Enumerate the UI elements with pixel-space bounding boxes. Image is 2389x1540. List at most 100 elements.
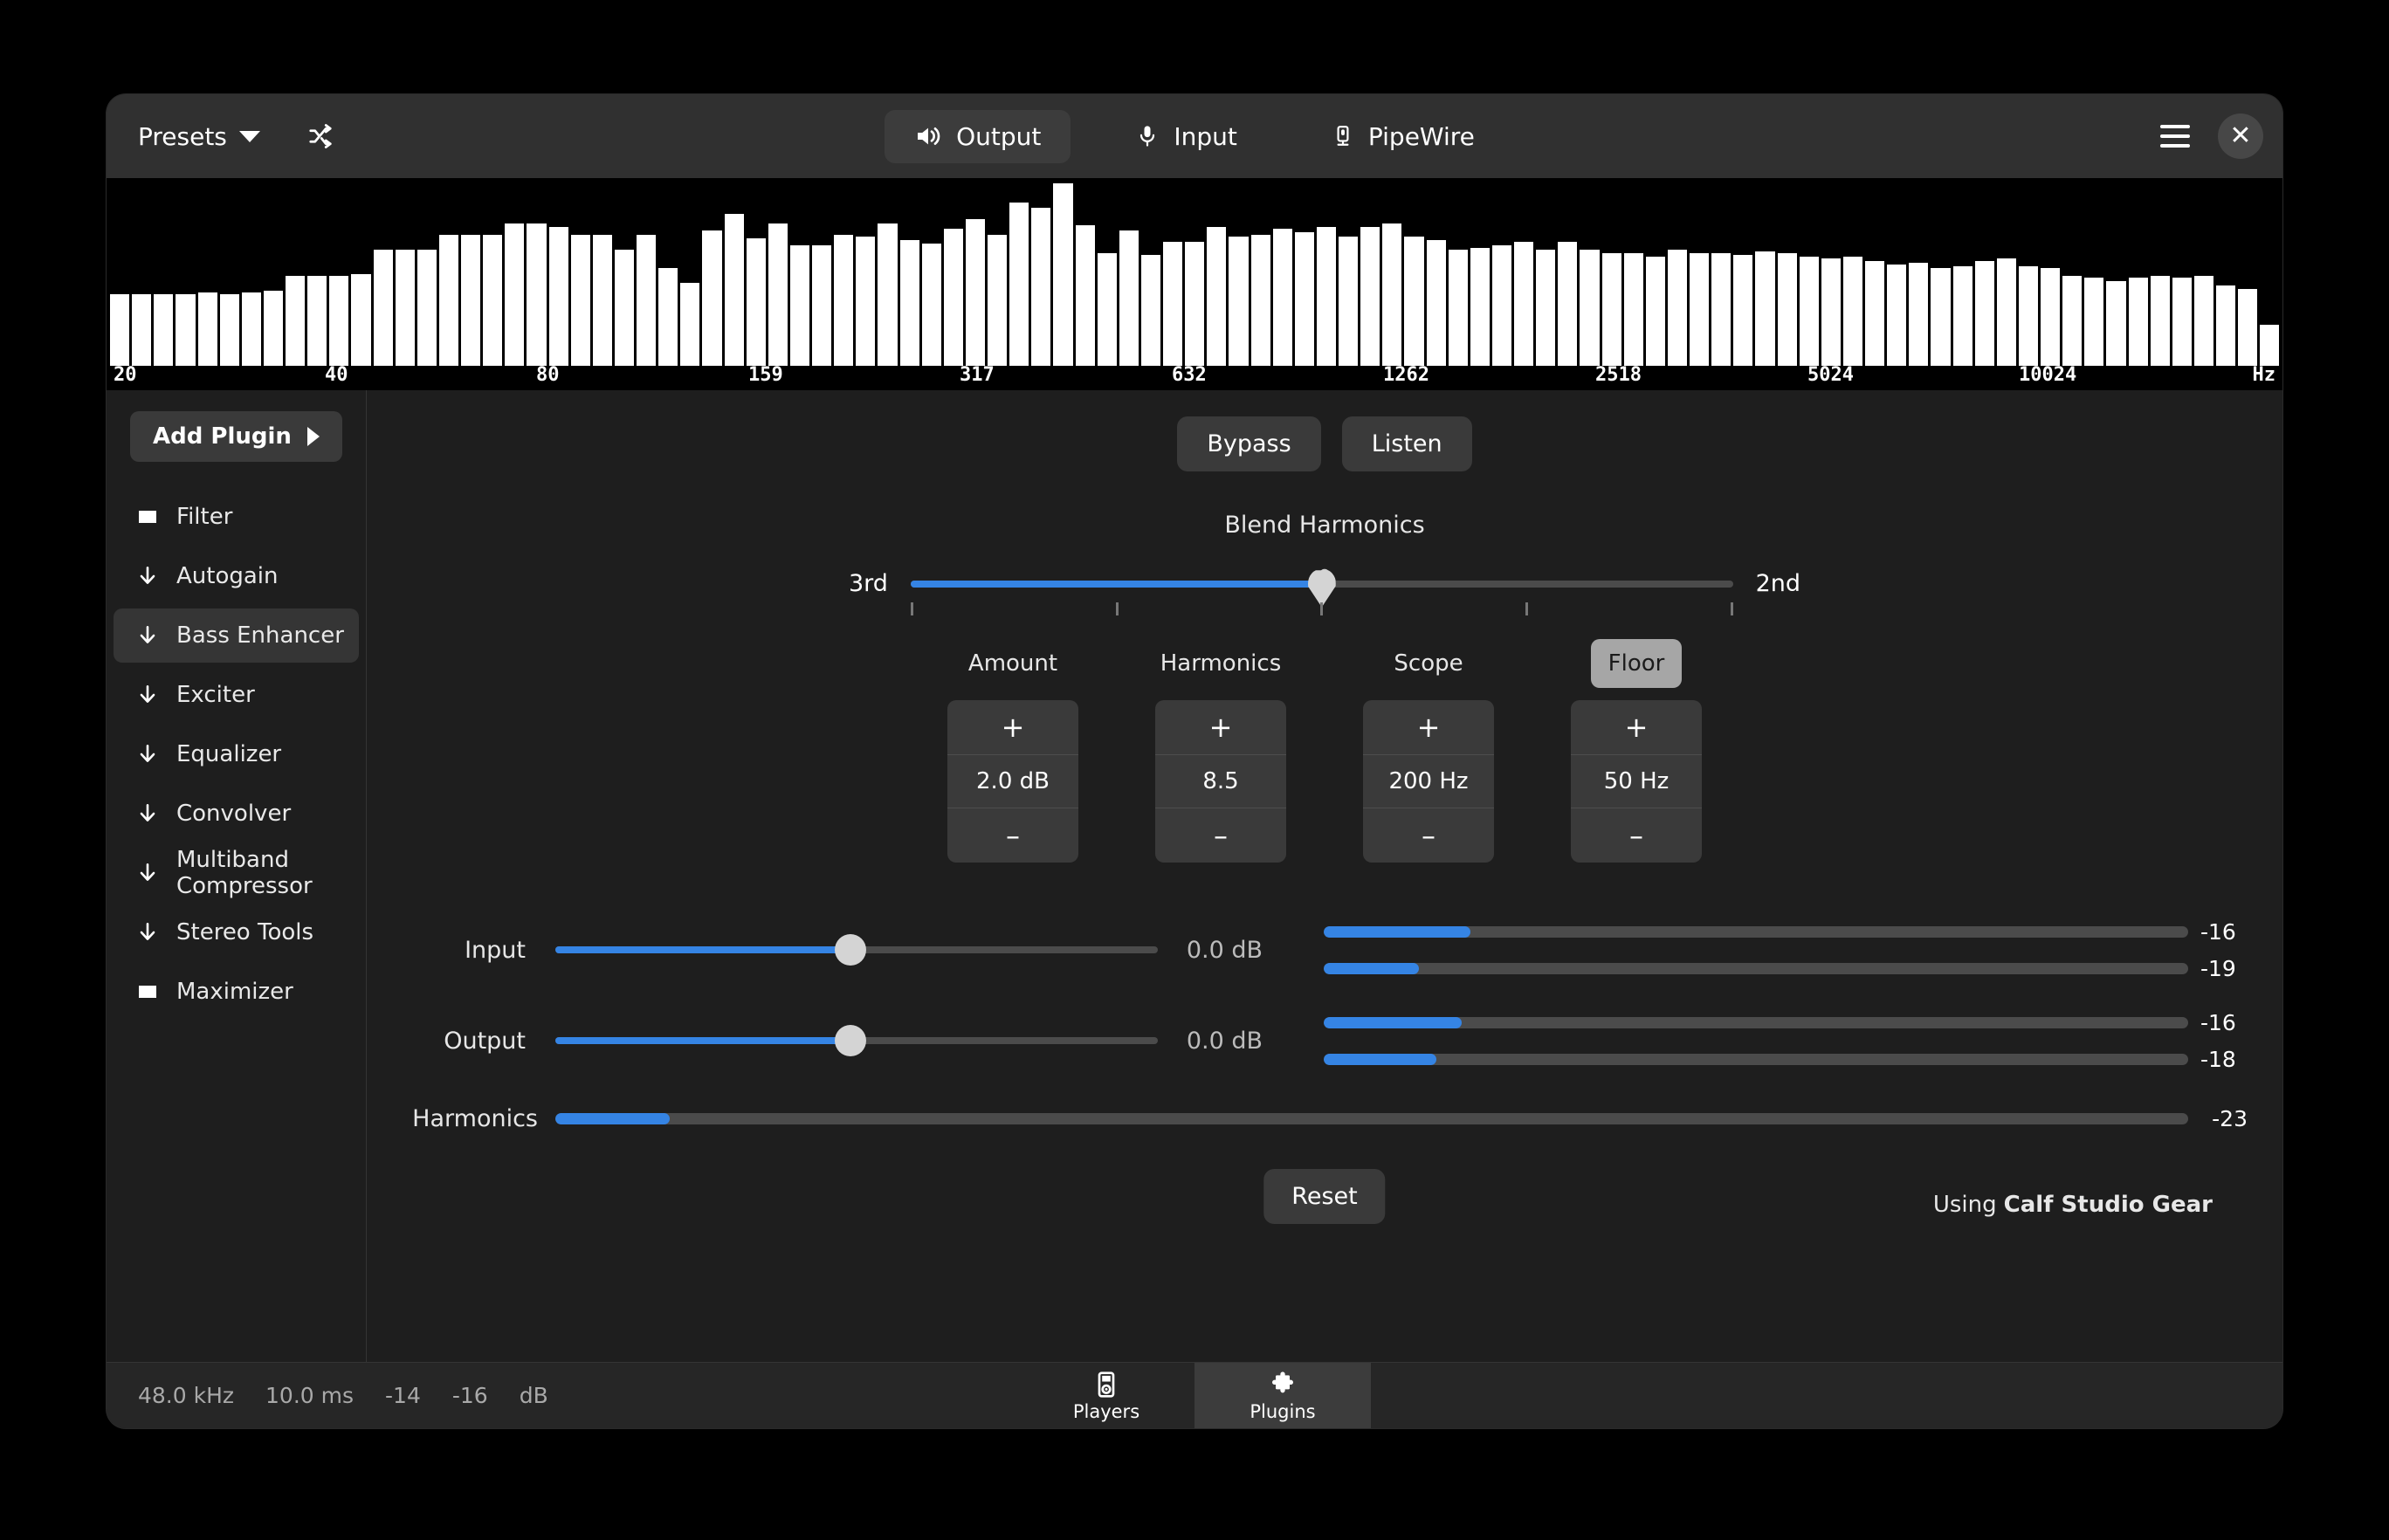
bypass-button[interactable]: Bypass bbox=[1177, 416, 1321, 471]
spectrum-bar bbox=[1448, 249, 1468, 366]
frequency-tick-label: 40 bbox=[325, 364, 348, 386]
harmonics-meter-row: Harmonics -23 bbox=[402, 1105, 2248, 1132]
spectrum-bar bbox=[263, 291, 283, 366]
spectrum-bar bbox=[1690, 253, 1710, 366]
output-row: Output 0.0 dB -16 -18 bbox=[402, 995, 2248, 1086]
spinner-harmonics-label: Harmonics bbox=[1160, 650, 1282, 677]
spectrum-bar bbox=[1974, 260, 1994, 366]
blend-slider[interactable] bbox=[910, 570, 1733, 615]
output-gain-slider[interactable] bbox=[555, 1025, 1158, 1056]
spectrum-bar bbox=[1097, 253, 1117, 366]
presets-button[interactable]: Presets bbox=[126, 113, 272, 160]
close-icon[interactable]: ✕ bbox=[2218, 113, 2263, 159]
harmonics-meter-label: Harmonics bbox=[412, 1105, 538, 1132]
spinner-floor: Floor +50 Hz – bbox=[1571, 639, 1702, 863]
frequency-tick-label: 159 bbox=[748, 364, 783, 386]
sidebar-item-autogain[interactable]: Autogain bbox=[114, 549, 359, 603]
spinner-floor-value[interactable]: 50 Hz bbox=[1571, 754, 1702, 808]
spinner-amount-label: Amount bbox=[967, 650, 1058, 677]
level-meter: -18 bbox=[1324, 1047, 2248, 1072]
spectrum-bar bbox=[570, 234, 590, 366]
blend-tick bbox=[1320, 602, 1324, 615]
sidebar-item-exciter[interactable]: Exciter bbox=[114, 668, 359, 722]
sidebar-item-multiband-compressor[interactable]: Multiband Compressor bbox=[114, 846, 359, 900]
tab-output[interactable]: Output bbox=[885, 109, 1071, 163]
reset-button[interactable]: Reset bbox=[1263, 1169, 1386, 1224]
spectrum-bar bbox=[1009, 202, 1029, 366]
spectrum-bar bbox=[417, 249, 437, 366]
spectrum-bar bbox=[1250, 234, 1270, 366]
output-handle[interactable] bbox=[835, 1025, 867, 1056]
spectrum-bar bbox=[1426, 239, 1446, 366]
spinner-amount-value[interactable]: 2.0 dB bbox=[947, 754, 1078, 808]
spectrum-bar bbox=[1821, 258, 1841, 366]
spectrum-bar bbox=[614, 249, 634, 366]
spinner-floor-box: +50 Hz – bbox=[1571, 700, 1702, 863]
sidebar-item-stereo-tools[interactable]: Stereo Tools bbox=[114, 905, 359, 959]
level-meter: -16 bbox=[1324, 919, 2248, 945]
hamburger-menu-icon[interactable] bbox=[2153, 118, 2197, 155]
spinner-harmonics-value[interactable]: 8.5 bbox=[1155, 754, 1286, 808]
spinner-harmonics-decrement[interactable]: – bbox=[1155, 808, 1286, 863]
tab-pipewire[interactable]: PipeWire bbox=[1302, 110, 1504, 163]
status-tab-players[interactable]: Players bbox=[1018, 1363, 1194, 1428]
level-meter-value: -19 bbox=[2200, 955, 2236, 981]
level-meter-track bbox=[1324, 1016, 2188, 1028]
spectrum-bar bbox=[965, 219, 985, 366]
add-plugin-row: Add Plugin bbox=[107, 411, 366, 462]
frequency-tick-label: 10024 bbox=[2019, 364, 2077, 386]
chevron-right-icon bbox=[306, 427, 320, 446]
spinner-scope-decrement[interactable]: – bbox=[1363, 808, 1494, 863]
spectrum-bar bbox=[812, 245, 832, 366]
plugin-toggle-row: Bypass Listen bbox=[402, 416, 2248, 471]
frequency-axis: 20 40 80 159 317 632 1262 2518 5024 10024 Hz bbox=[107, 366, 2282, 390]
spectrum-bar bbox=[461, 234, 481, 366]
spectrum-bar bbox=[1799, 257, 1819, 366]
blend-tick bbox=[1730, 602, 1733, 615]
sidebar-item-bass-enhancer[interactable]: Bass Enhancer bbox=[114, 608, 359, 663]
spectrum-bar bbox=[1119, 230, 1139, 366]
listen-button[interactable]: Listen bbox=[1341, 416, 1472, 471]
status-tab-plugins[interactable]: Plugins bbox=[1194, 1363, 1371, 1428]
spectrum-bar bbox=[373, 249, 393, 366]
input-handle[interactable] bbox=[835, 934, 867, 966]
sidebar-item-filter[interactable]: Filter bbox=[114, 490, 359, 544]
puzzle-piece-icon bbox=[1272, 1371, 1293, 1392]
spectrum-bar bbox=[988, 234, 1008, 366]
spectrum-bar bbox=[789, 245, 809, 366]
plugin-credit: Using Calf Studio Gear bbox=[1933, 1192, 2213, 1218]
input-label: Input bbox=[465, 936, 526, 964]
spectrum-bar bbox=[154, 294, 174, 366]
spectrum-bar bbox=[395, 249, 415, 366]
shuffle-button[interactable] bbox=[299, 116, 342, 156]
level-meter-fill bbox=[1324, 925, 1471, 938]
spinner-floor-increment[interactable]: + bbox=[1571, 700, 1702, 754]
spectrum-bar bbox=[680, 283, 700, 366]
spectrum-analyzer[interactable]: 20 40 80 159 317 632 1262 2518 5024 10024 Hz bbox=[107, 178, 2282, 390]
spinner-scope-value[interactable]: 200 Hz bbox=[1363, 754, 1494, 808]
add-plugin-button[interactable]: Add Plugin bbox=[130, 411, 342, 462]
spinner-floor-decrement[interactable]: – bbox=[1571, 808, 1702, 863]
sidebar-item-equalizer[interactable]: Equalizer bbox=[114, 727, 359, 781]
spinner-amount-increment[interactable]: + bbox=[947, 700, 1078, 754]
presets-label: Presets bbox=[138, 121, 227, 151]
input-gain-slider[interactable] bbox=[555, 934, 1158, 966]
spectrum-bar bbox=[1404, 236, 1424, 366]
input-fill bbox=[555, 946, 851, 953]
main-body: Add Plugin Filter Autogain Bass Enhancer Ex… bbox=[107, 390, 2282, 1362]
spinner-harmonics-increment[interactable]: + bbox=[1155, 700, 1286, 754]
tab-output-label: Output bbox=[956, 121, 1042, 151]
tab-input[interactable]: Input bbox=[1105, 110, 1267, 163]
spectrum-bar bbox=[505, 223, 525, 366]
spinner-amount-decrement[interactable]: – bbox=[947, 808, 1078, 863]
spectrum-bar bbox=[1140, 255, 1160, 366]
spectrum-bar bbox=[943, 229, 963, 366]
spinner-scope-increment[interactable]: + bbox=[1363, 700, 1494, 754]
sidebar-item-convolver[interactable]: Convolver bbox=[114, 787, 359, 841]
sidebar-item-label: Bass Enhancer bbox=[176, 622, 344, 649]
sidebar-item-maximizer[interactable]: Maximizer bbox=[114, 965, 359, 1019]
parameter-spinners: Amount +2.0 dB – Harmonics +8.5– Scope +200 Hz… bbox=[402, 639, 2248, 863]
spectrum-bar bbox=[351, 273, 371, 366]
level-meter-value: -16 bbox=[2200, 1009, 2236, 1035]
spinner-floor-label[interactable]: Floor bbox=[1590, 639, 1683, 688]
